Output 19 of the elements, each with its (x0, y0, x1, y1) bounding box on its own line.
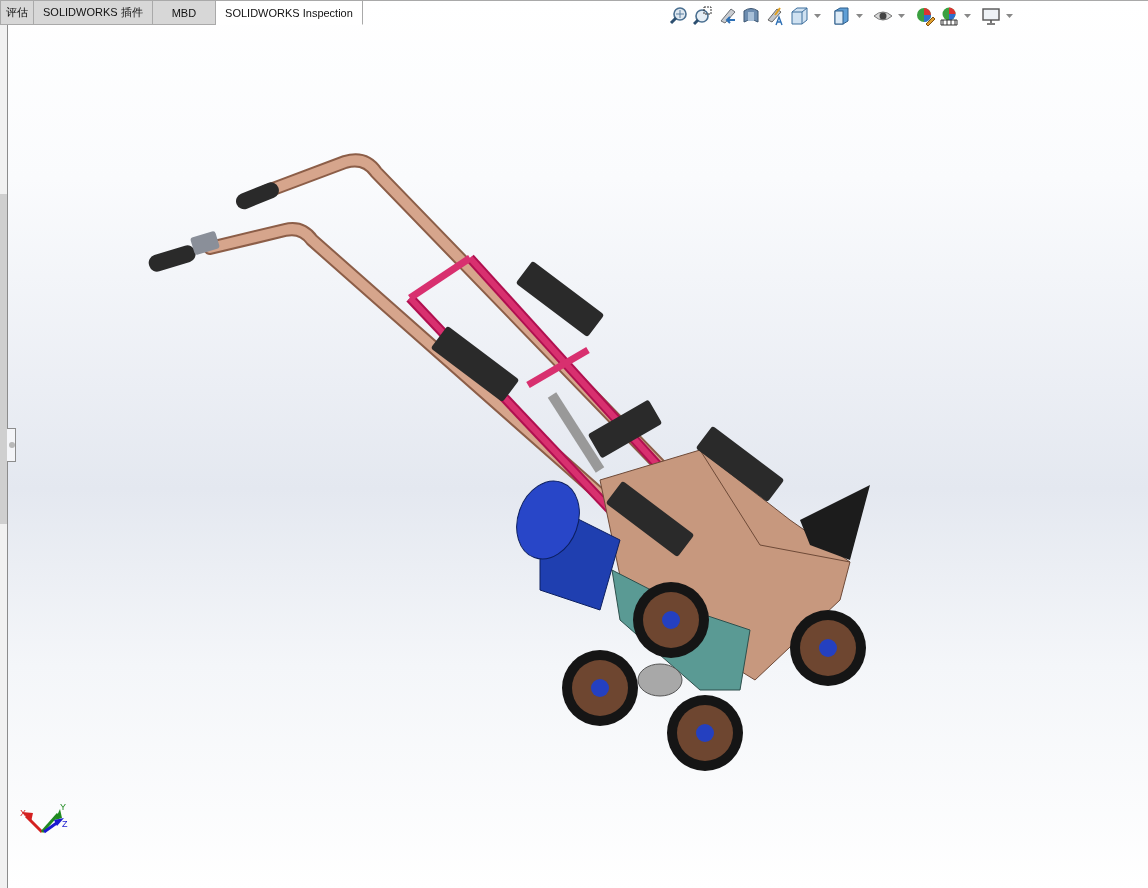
caret-icon[interactable] (898, 14, 905, 18)
axis-label: X (20, 808, 26, 818)
ribbon-tab[interactable]: MBD (152, 0, 217, 25)
annotation-icon[interactable] (765, 6, 785, 26)
axis-label: Y (60, 802, 66, 812)
monitor-icon[interactable] (981, 6, 1001, 26)
zoom-area-icon[interactable] (693, 6, 713, 26)
section-view-icon[interactable] (741, 6, 761, 26)
axis-label: Z (62, 819, 68, 829)
caret-icon[interactable] (964, 14, 971, 18)
ribbon-tab[interactable]: SOLIDWORKS 插件 (34, 0, 153, 25)
panel-collapse-handle[interactable] (7, 428, 16, 462)
shaded-cube-icon[interactable] (831, 6, 851, 26)
caret-icon[interactable] (856, 14, 863, 18)
zoom-icon[interactable] (669, 6, 689, 26)
cube-icon[interactable] (789, 6, 809, 26)
ribbon-tab[interactable]: 评估 (0, 0, 34, 25)
caret-icon[interactable] (1006, 14, 1013, 18)
caret-icon[interactable] (814, 14, 821, 18)
